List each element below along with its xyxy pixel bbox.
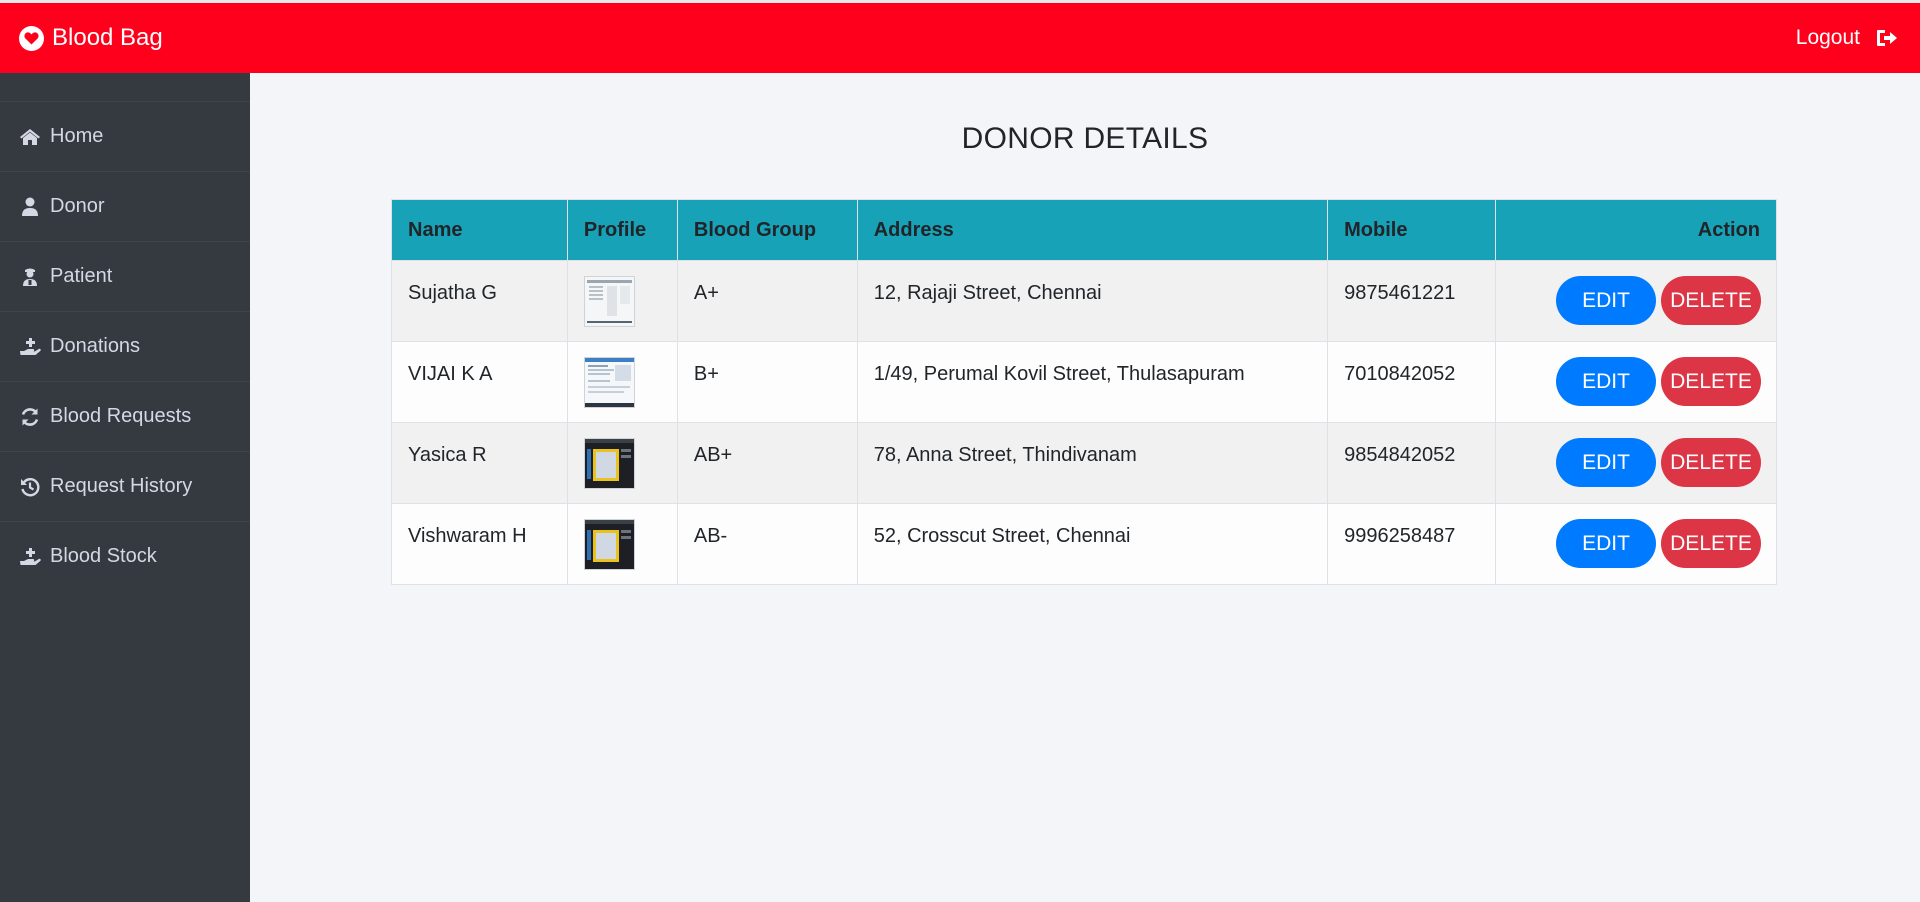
table-row: Vishwaram H AB- 52, Crosscut Street, Che… [391,503,1777,585]
donor-name: Sujatha G [391,260,568,342]
address: 12, Rajaji Street, Chennai [856,260,1329,342]
sidebar-item-label: Home [50,125,104,147]
sidebar-item-label: Donor [50,195,105,217]
hand-holding-medical-icon [18,545,42,569]
table-header-row: Name Profile Blood Group Address Mobile … [391,199,1777,261]
profile-cell [566,503,678,585]
donor-name: VIJAI K A [391,341,568,423]
home-icon [18,125,42,149]
mobile: 7010842052 [1327,341,1497,423]
profile-cell [566,422,678,504]
action-cell: EDIT DELETE [1495,341,1777,423]
profile-thumbnail[interactable] [583,276,635,327]
delete-button[interactable]: DELETE [1661,276,1761,325]
column-header-mobile: Mobile [1327,199,1497,261]
delete-button[interactable]: DELETE [1661,357,1761,406]
patient-icon [18,265,42,289]
mobile: 9854842052 [1327,422,1497,504]
table-row: Yasica R AB+ 78, Anna Street, Thindivana… [391,422,1777,504]
sidebar-item-label: Request History [50,475,193,497]
sidebar-item-blood-requests[interactable]: Blood Requests [0,381,250,451]
action-cell: EDIT DELETE [1495,422,1777,504]
address: 52, Crosscut Street, Chennai [856,503,1329,585]
user-icon [18,195,42,219]
page-title: DONOR DETAILS [961,122,1209,155]
history-icon [18,475,42,499]
blood-group: AB- [676,503,858,585]
column-header-name: Name [391,199,568,261]
sidebar-item-label: Donations [50,335,141,357]
sync-icon [18,405,42,429]
donor-name: Vishwaram H [391,503,568,585]
profile-thumbnail[interactable] [583,519,635,570]
donor-table: Name Profile Blood Group Address Mobile … [391,199,1777,585]
sidebar-item-donor[interactable]: Donor [0,171,250,241]
column-header-profile: Profile [566,199,678,261]
sidebar-item-label: Patient [50,265,113,287]
sidebar: Home Donor Patient Donations Blood Reque… [0,73,250,902]
brand-name: Blood Bag [52,24,163,51]
blood-group: AB+ [676,422,858,504]
sidebar-item-home[interactable]: Home [0,101,250,171]
column-header-address: Address [856,199,1329,261]
action-cell: EDIT DELETE [1495,260,1777,342]
top-navbar: Blood Bag Logout [0,0,1920,73]
table-row: Sujatha G A+ 12, Rajaji Street, Chennai … [391,260,1777,342]
sidebar-item-blood-stock[interactable]: Blood Stock [0,521,250,591]
edit-button[interactable]: EDIT [1556,519,1656,568]
blood-group: A+ [676,260,858,342]
blood-group: B+ [676,341,858,423]
sidebar-item-label: Blood Requests [50,405,192,427]
edit-button[interactable]: EDIT [1556,438,1656,487]
edit-button[interactable]: EDIT [1556,357,1656,406]
hand-holding-medical-icon [18,335,42,359]
profile-cell [566,341,678,423]
profile-cell [566,260,678,342]
column-header-blood-group: Blood Group [676,199,858,261]
sidebar-item-patient[interactable]: Patient [0,241,250,311]
brand-link[interactable]: Blood Bag [19,24,163,52]
sidebar-item-request-history[interactable]: Request History [0,451,250,521]
mobile: 9875461221 [1327,260,1497,342]
address: 78, Anna Street, Thindivanam [856,422,1329,504]
table-row: VIJAI K A B+ 1/49, Perumal Kovil Street,… [391,341,1777,423]
sign-out-icon [1876,29,1898,47]
column-header-action: Action [1495,199,1777,261]
profile-thumbnail[interactable] [583,357,635,408]
sidebar-item-donations[interactable]: Donations [0,311,250,381]
heart-icon [19,25,44,51]
profile-thumbnail[interactable] [583,438,635,489]
edit-button[interactable]: EDIT [1556,276,1656,325]
address: 1/49, Perumal Kovil Street, Thulasapuram [856,341,1329,423]
delete-button[interactable]: DELETE [1661,438,1761,487]
delete-button[interactable]: DELETE [1661,519,1761,568]
donor-name: Yasica R [391,422,568,504]
logout-label: Logout [1795,26,1860,49]
sidebar-item-label: Blood Stock [50,545,157,567]
logout-link[interactable]: Logout [1796,26,1898,50]
mobile: 9996258487 [1327,503,1497,585]
action-cell: EDIT DELETE [1495,503,1777,585]
